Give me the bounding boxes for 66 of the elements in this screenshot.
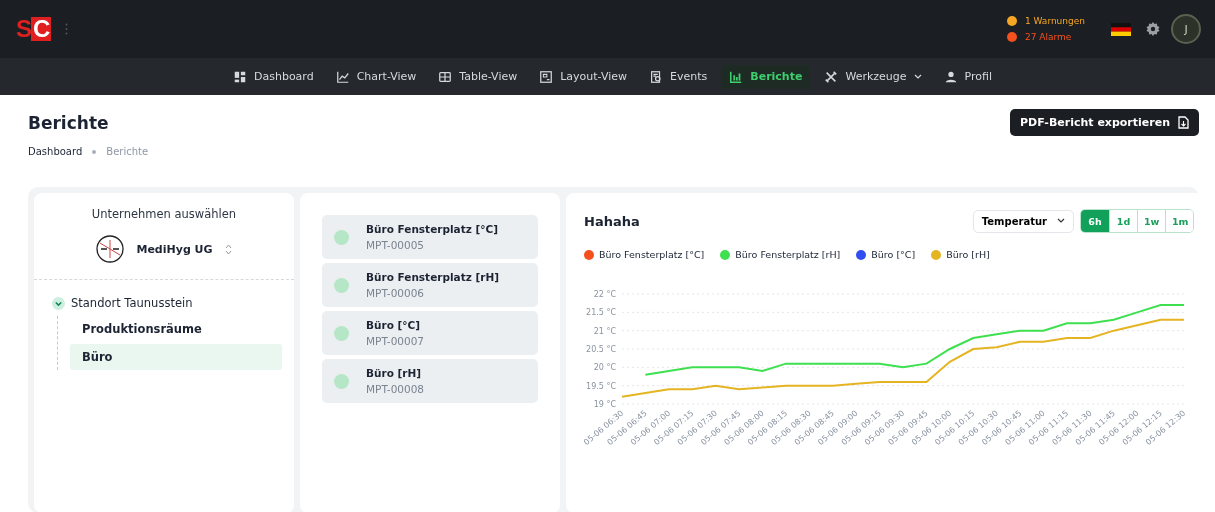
nav-tab[interactable]: Berichte [721, 64, 811, 89]
nav-tab[interactable]: Events [641, 64, 716, 89]
nav-icon [649, 69, 664, 84]
chart-title: Hahaha [584, 213, 641, 229]
status-dot [334, 277, 349, 293]
nav-icon [233, 69, 247, 84]
chevron-down-icon [1057, 218, 1065, 224]
tree-item[interactable]: Produktionsräume [70, 316, 282, 342]
file-icon [1178, 116, 1189, 129]
user-avatar[interactable]: J [1171, 14, 1201, 44]
y-axis-label: 19 °C [593, 400, 616, 409]
nav-icon [943, 69, 958, 84]
y-axis-label: 20.5 °C [586, 345, 616, 354]
sensor-item[interactable]: Büro Fensterplatz [°C] MPT-00005 [322, 215, 538, 259]
status-dot [334, 373, 349, 389]
sensor-id: MPT-00008 [366, 383, 425, 395]
tree-item[interactable]: Büro [70, 344, 282, 370]
alert-label[interactable]: 27 Alarme [1024, 32, 1072, 42]
legend-label[interactable]: Büro Fensterplatz [rH] [735, 249, 841, 260]
sensor-id: MPT-00007 [366, 335, 425, 347]
nav-icon [539, 69, 554, 84]
panel-heading: Unternehmen auswählen [90, 207, 238, 221]
sensor-name: Büro Fensterplatz [rH] [366, 271, 499, 283]
page-title: Berichte [28, 112, 109, 133]
status-dot [334, 325, 349, 341]
y-axis-label: 22 °C [593, 290, 616, 299]
nav-icon [335, 69, 350, 84]
y-axis-label: 19.5 °C [586, 381, 616, 391]
chevron-up-down-icon[interactable] [224, 243, 232, 255]
y-axis-label: 20 °C [593, 363, 616, 373]
sensor-name: Büro [°C] [366, 319, 422, 331]
more-icon[interactable] [65, 23, 69, 35]
sensor-item[interactable]: Büro Fensterplatz [rH] MPT-00006 [322, 263, 538, 307]
flag-icon[interactable] [1111, 22, 1131, 36]
legend-label[interactable]: Büro [rH] [946, 249, 990, 260]
nav-tab[interactable]: Dashboard [225, 64, 322, 89]
nav-tab[interactable]: Werkzeuge [816, 64, 930, 89]
sensor-id: MPT-00005 [366, 239, 426, 251]
nav-tab[interactable]: Profil [935, 64, 1000, 89]
separator-dot [92, 149, 97, 154]
nav-tab[interactable]: Chart-View [327, 64, 425, 89]
y-axis-label: 21.5 °C [586, 308, 616, 318]
export-button[interactable]: PDF-Bericht exportieren [1009, 109, 1199, 136]
tree-item[interactable]: Standort Taunusstein [71, 296, 193, 310]
metric-dropdown[interactable]: Temperatur [972, 209, 1074, 233]
nav-icon [824, 69, 839, 84]
nav-icon [729, 69, 744, 84]
legend-label[interactable]: Büro Fensterplatz [°C] [599, 249, 705, 260]
company-select[interactable]: MediHyg UG [136, 242, 213, 256]
nav-tab[interactable]: Table-View [430, 64, 526, 89]
alert-label[interactable]: 1 Warnungen [1024, 16, 1085, 26]
breadcrumb-link[interactable]: Dashboard [28, 146, 83, 157]
nav-tab[interactable]: Layout-View [531, 64, 636, 89]
y-axis-label: 21 °C [593, 326, 616, 336]
logo: SC [16, 17, 52, 41]
sensor-name: Büro [rH] [366, 367, 423, 379]
expand-toggle-icon[interactable] [52, 296, 65, 310]
sensor-id: MPT-00006 [366, 287, 426, 299]
legend-label[interactable]: Büro [°C] [871, 249, 916, 260]
status-dot [334, 229, 349, 245]
settings-icon[interactable] [1145, 21, 1161, 37]
sensor-item[interactable]: Büro [°C] MPT-00007 [322, 311, 538, 355]
company-logo-icon [96, 235, 125, 263]
sensor-name: Büro Fensterplatz [°C] [366, 223, 498, 235]
sensor-item[interactable]: Büro [rH] MPT-00008 [322, 359, 538, 403]
nav-icon [438, 69, 453, 84]
